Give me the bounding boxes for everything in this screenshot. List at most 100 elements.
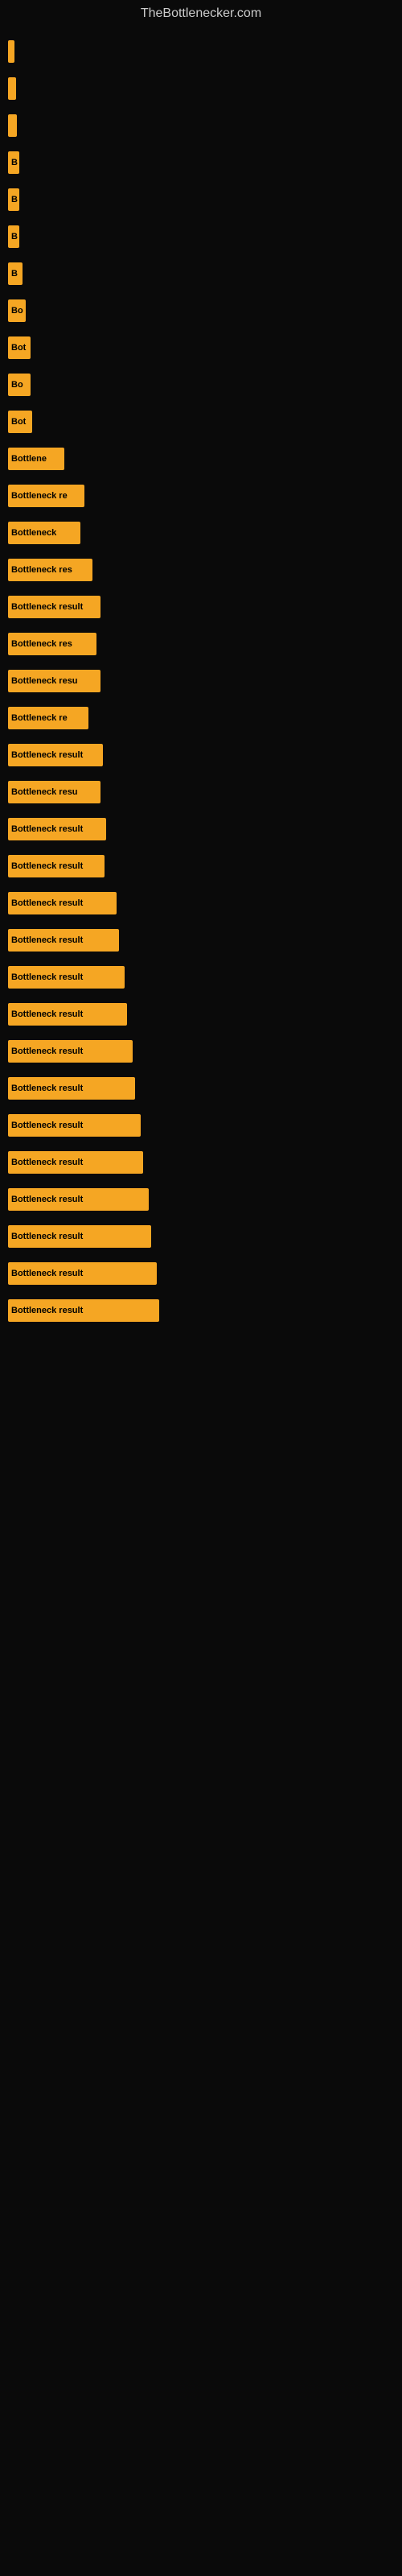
bar: Bottleneck result	[8, 1077, 135, 1100]
bar-row: Bo	[0, 299, 402, 322]
bar: Bottleneck result	[8, 1299, 159, 1322]
bar: Bottleneck result	[8, 1262, 157, 1285]
bar-row: Bottleneck result	[0, 818, 402, 840]
bar: Bottlene	[8, 448, 64, 470]
bar: Bottleneck res	[8, 633, 96, 655]
bar-label: Bottleneck result	[11, 1046, 83, 1056]
bar: Bottleneck re	[8, 707, 88, 729]
bar-row: Bottleneck re	[0, 485, 402, 507]
bar: Bottleneck resu	[8, 670, 100, 692]
bar-label: Bottleneck result	[11, 1232, 83, 1241]
bar-label: Bot	[11, 343, 26, 353]
bar-label: Bottleneck result	[11, 935, 83, 945]
bar-row: Bottleneck result	[0, 966, 402, 989]
bar-label: Bottleneck	[11, 528, 56, 538]
bar-row: Bottleneck result	[0, 1225, 402, 1248]
bar-row: B	[0, 151, 402, 174]
bar-label: Bottleneck result	[11, 861, 83, 871]
bar-label: Bottleneck result	[11, 602, 83, 612]
bar-row: Bottleneck result	[0, 929, 402, 952]
bar: Bottleneck resu	[8, 781, 100, 803]
bar-row: Bottleneck re	[0, 707, 402, 729]
bar-label: B	[11, 195, 18, 204]
bar-label: B	[11, 269, 18, 279]
bar-row: Bottleneck resu	[0, 781, 402, 803]
site-header: TheBottlenecker.com	[0, 0, 402, 24]
site-title: TheBottlenecker.com	[0, 0, 402, 24]
bar: Bottleneck result	[8, 1003, 127, 1026]
bar-row	[0, 114, 402, 137]
bar-row: Bottleneck result	[0, 744, 402, 766]
bar: Bottleneck result	[8, 1151, 143, 1174]
bar-row: Bot	[0, 336, 402, 359]
bar-row: Bottleneck result	[0, 1077, 402, 1100]
bar-row: Bottleneck result	[0, 892, 402, 914]
bar-label: Bottleneck result	[11, 1195, 83, 1204]
bar-row: Bottleneck result	[0, 1003, 402, 1026]
bar-row: Bottleneck result	[0, 596, 402, 618]
bars-container: B B B B Bo Bot Bo Bot Bottlene Bottleneck re Bottl…	[0, 24, 402, 1336]
bar: B	[8, 225, 19, 248]
bar	[8, 114, 17, 137]
bar-label: Bottleneck result	[11, 750, 83, 760]
bar-label: Bottleneck res	[11, 639, 72, 649]
bar: Bottleneck result	[8, 1114, 141, 1137]
bar-row: Bottleneck result	[0, 1188, 402, 1211]
bar: B	[8, 262, 23, 285]
bar: Bottleneck	[8, 522, 80, 544]
bar-row: Bottleneck	[0, 522, 402, 544]
bar-label: Bottleneck result	[11, 1269, 83, 1278]
bar: Bottleneck result	[8, 818, 106, 840]
bar-row: Bottleneck result	[0, 1262, 402, 1285]
bar-row: Bottleneck result	[0, 855, 402, 877]
bar-row: Bottleneck result	[0, 1040, 402, 1063]
bar-row: Bottleneck result	[0, 1114, 402, 1137]
bar-label: Bo	[11, 380, 23, 390]
bar: Bot	[8, 336, 31, 359]
bar-label: Bottleneck re	[11, 491, 68, 501]
bar-label: Bottleneck result	[11, 1306, 83, 1315]
bar-label: Bottleneck res	[11, 565, 72, 575]
bar-label: Bottleneck result	[11, 824, 83, 834]
bar-row	[0, 40, 402, 63]
bar-row: Bottleneck res	[0, 559, 402, 581]
bar: B	[8, 151, 19, 174]
bar-label: Bottleneck resu	[11, 787, 78, 797]
bar-label: Bottleneck resu	[11, 676, 78, 686]
bar-row: Bottleneck resu	[0, 670, 402, 692]
bar-label: Bottleneck re	[11, 713, 68, 723]
bar-row: B	[0, 188, 402, 211]
bar	[8, 77, 16, 100]
bar: Bottleneck result	[8, 1188, 149, 1211]
bar	[8, 40, 14, 63]
bar: Bottleneck result	[8, 929, 119, 952]
bar: Bottleneck result	[8, 596, 100, 618]
bar-label: Bottleneck result	[11, 972, 83, 982]
bar: B	[8, 188, 19, 211]
bar: Bot	[8, 411, 32, 433]
bar-label: Bottleneck result	[11, 1084, 83, 1093]
bar: Bottleneck result	[8, 1225, 151, 1248]
bar-row: Bo	[0, 374, 402, 396]
bar: Bottleneck res	[8, 559, 92, 581]
bar-label: Bottlene	[11, 454, 47, 464]
bar-row: Bottleneck result	[0, 1299, 402, 1322]
bar-row: B	[0, 262, 402, 285]
bar: Bottleneck result	[8, 966, 125, 989]
bar-row: Bottleneck res	[0, 633, 402, 655]
bar-label: B	[11, 232, 18, 242]
bar-row	[0, 77, 402, 100]
bar-row: Bottlene	[0, 448, 402, 470]
bar: Bo	[8, 374, 31, 396]
bar: Bottleneck result	[8, 744, 103, 766]
bar-label: B	[11, 158, 18, 167]
bar-row: Bottleneck result	[0, 1151, 402, 1174]
bar: Bottleneck result	[8, 1040, 133, 1063]
bar: Bottleneck re	[8, 485, 84, 507]
bar-label: Bot	[11, 417, 26, 427]
bar-label: Bottleneck result	[11, 1158, 83, 1167]
bar: Bottleneck result	[8, 855, 105, 877]
bar: Bottleneck result	[8, 892, 117, 914]
bar-row: B	[0, 225, 402, 248]
bar-label: Bo	[11, 306, 23, 316]
